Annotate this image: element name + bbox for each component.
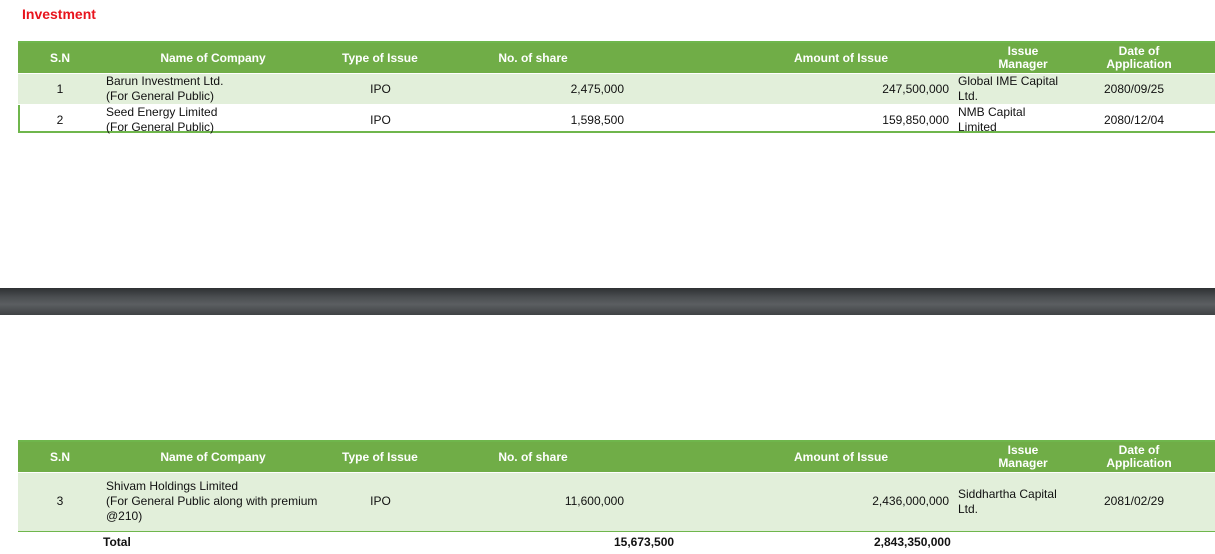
header-company: Name of Company — [102, 442, 324, 473]
cell-type: IPO — [324, 73, 437, 105]
cell-manager: NMB Capital Limited — [953, 104, 1063, 135]
cell-company: Barun Investment Ltd. (For General Public… — [102, 73, 324, 105]
total-label: Total — [103, 535, 131, 549]
header-shares: No. of share — [437, 43, 689, 74]
company-name: Shivam Holdings Limited — [106, 479, 239, 494]
table-row: 2 Seed Energy Limited (For General Public… — [18, 104, 1215, 135]
table-header-row: S.N Name of Company Type of Issue No. of… — [18, 43, 1215, 74]
header-date: Date of Application — [1063, 442, 1215, 473]
header-date-line1: Date of — [1118, 443, 1160, 457]
cell-date: 2080/09/25 — [1063, 73, 1215, 105]
header-amount: Amount of Issue — [689, 442, 953, 473]
table-row: 1 Barun Investment Ltd. (For General Publ… — [18, 73, 1215, 105]
header-date-line2: Application — [1106, 456, 1172, 470]
cell-shares: 1,598,500 — [437, 104, 689, 135]
cell-date: 2080/12/04 — [1063, 104, 1215, 135]
table-header-row: S.N Name of Company Type of Issue No. of… — [18, 442, 1215, 473]
company-name: Barun Investment Ltd. — [106, 74, 224, 88]
cell-date: 2081/02/29 — [1063, 472, 1215, 531]
cell-company: Shivam Holdings Limited (For General Publ… — [102, 472, 324, 531]
header-date: Date of Application — [1063, 43, 1215, 74]
total-shares: 15,673,500 — [614, 535, 675, 549]
company-note-2: @210) — [106, 509, 143, 524]
cell-manager: Siddhartha Capital Ltd. — [953, 472, 1063, 531]
total-amount: 2,843,350,000 — [874, 535, 951, 549]
header-shares: No. of share — [437, 442, 689, 473]
cell-type: IPO — [324, 104, 437, 135]
cell-sn: 2 — [18, 104, 102, 135]
cell-amount: 247,500,000 — [689, 73, 953, 105]
cell-shares: 11,600,000 — [437, 472, 689, 531]
header-date-line1: Date of — [1118, 44, 1160, 58]
cell-type: IPO — [324, 472, 437, 531]
table-row: 3 Shivam Holdings Limited (For General Pu… — [18, 472, 1215, 531]
header-manager: Issue Manager — [953, 442, 1063, 473]
header-manager: Issue Manager — [953, 43, 1063, 74]
header-sn: S.N — [18, 442, 102, 473]
header-type: Type of Issue — [324, 43, 437, 74]
cell-sn: 1 — [18, 73, 102, 105]
header-sn: S.N — [18, 43, 102, 74]
header-date-line2: Application — [1106, 57, 1172, 71]
page-title: Investment — [22, 6, 96, 22]
cell-amount: 2,436,000,000 — [689, 472, 953, 531]
investment-table-1: S.N Name of Company Type of Issue No. of… — [18, 43, 1215, 135]
cell-manager: Global IME Capital Ltd. — [953, 73, 1063, 105]
header-amount: Amount of Issue — [689, 43, 953, 74]
cell-company: Seed Energy Limited (For General Public) — [102, 104, 324, 135]
header-type: Type of Issue — [324, 442, 437, 473]
cell-shares: 2,475,000 — [437, 73, 689, 105]
cell-sn: 3 — [18, 472, 102, 531]
page-divider — [0, 288, 1215, 315]
investment-table-2: S.N Name of Company Type of Issue No. of… — [18, 442, 1215, 531]
cell-amount: 159,850,000 — [689, 104, 953, 135]
company-note: (For General Public along with premium — [106, 494, 318, 509]
company-name: Seed Energy Limited — [106, 105, 218, 119]
company-note: (For General Public) — [106, 89, 215, 103]
company-note: (For General Public) — [106, 120, 215, 134]
header-company: Name of Company — [102, 43, 324, 74]
total-row: Total 15,673,500 2,843,350,000 — [18, 532, 1215, 552]
